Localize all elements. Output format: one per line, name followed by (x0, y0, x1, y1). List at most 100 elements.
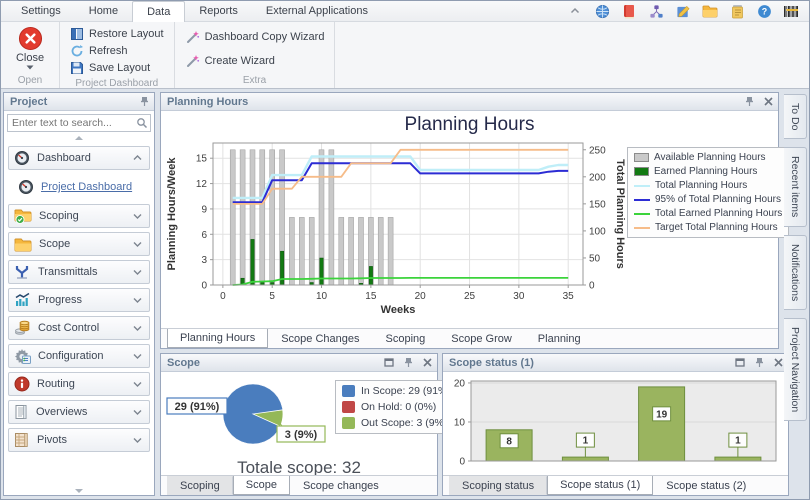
org-icon[interactable] (648, 3, 664, 19)
sidebar-item-overviews[interactable]: Overviews (8, 400, 150, 424)
scroll-up-indicator[interactable] (4, 133, 154, 142)
legend-marker (342, 385, 355, 397)
tab-scope-status-1[interactable]: Scope status (1) (547, 476, 653, 495)
dock-tab-to-do[interactable]: To Do (784, 94, 807, 139)
planning-tabstrip: Planning HoursScope ChangesScopingScope … (161, 328, 778, 348)
dock-tab-recent-items[interactable]: Recent items (784, 147, 807, 226)
globe-icon[interactable] (594, 3, 610, 19)
planning-panel-header: Planning Hours (161, 93, 778, 111)
sidebar-link-project-dashboard[interactable]: Project Dashboard (18, 175, 150, 199)
search-input[interactable] (7, 114, 151, 132)
sidebar-item-cost-control[interactable]: Cost Control (8, 316, 150, 340)
sidebar-item-dashboard[interactable]: Dashboard (8, 146, 150, 170)
ribbon-tab-data[interactable]: Data (132, 1, 185, 22)
close-button[interactable]: Close (7, 24, 53, 73)
dock-tab-project-navigation[interactable]: Project Navigation (784, 318, 807, 421)
pin-icon (138, 96, 150, 108)
legend-entry: Earned Planning Hours (634, 166, 782, 177)
project-sidebar: Project DashboardProject DashboardScopin… (3, 92, 155, 496)
chevron-down-icon (132, 380, 143, 388)
ribbon: SettingsHomeDataReportsExternal Applicat… (1, 1, 809, 89)
chevron-down-icon (132, 296, 143, 304)
refresh-button[interactable]: Refresh (66, 42, 168, 59)
ribbon-tab-reports[interactable]: Reports (185, 1, 252, 21)
pin-icon[interactable] (753, 357, 765, 369)
caret-down-icon (26, 65, 34, 70)
legend-marker (342, 401, 355, 413)
edit-icon[interactable] (675, 3, 691, 19)
workspace: Project DashboardProject DashboardScopin… (1, 89, 809, 499)
folder-icon[interactable] (702, 3, 718, 19)
tab-planning[interactable]: Planning (525, 329, 594, 348)
scroll-down-indicator[interactable] (4, 486, 154, 495)
close-x-icon[interactable] (421, 357, 433, 369)
close-x-icon[interactable] (772, 357, 784, 369)
legend-marker (634, 199, 650, 201)
legend-label: Total Planning Hours (655, 180, 747, 191)
legend-label: Available Planning Hours (654, 152, 766, 163)
gauge-icon (18, 179, 34, 195)
barcode-icon[interactable] (783, 3, 799, 19)
svg-text:Total Planning Hours: Total Planning Hours (614, 159, 625, 269)
dashboard-copy-wizard-button[interactable]: Dashboard Copy Wizard (181, 25, 329, 49)
svg-text:20: 20 (454, 378, 466, 389)
tab-scope-grow[interactable]: Scope Grow (438, 329, 525, 348)
legend-entry: Available Planning Hours (634, 152, 782, 163)
close-red-icon (18, 26, 43, 51)
tab-scope-status-2[interactable]: Scope status (2) (653, 476, 759, 495)
sidebar-item-transmittals[interactable]: Transmittals (8, 260, 150, 284)
chevron-up-icon (132, 154, 143, 162)
svg-text:20: 20 (415, 291, 427, 302)
legend-label: Total Earned Planning Hours (655, 208, 782, 219)
sidebar-item-progress[interactable]: Progress (8, 288, 150, 312)
close-x-icon[interactable] (762, 96, 774, 108)
restore-layout-button[interactable]: Restore Layout (66, 25, 168, 42)
svg-text:25: 25 (464, 291, 476, 302)
tab-scoping-status[interactable]: Scoping status (449, 476, 547, 495)
search-icon[interactable] (136, 117, 148, 129)
sidebar-item-scope[interactable]: Scope (8, 232, 150, 256)
maximize-icon[interactable] (734, 357, 746, 369)
refresh-icon (70, 44, 84, 58)
svg-text:19: 19 (656, 409, 668, 420)
pin-icon[interactable] (138, 96, 150, 108)
svg-text:1: 1 (735, 436, 741, 447)
ribbon-tab-home[interactable]: Home (75, 1, 132, 21)
button-label: Dashboard Copy Wizard (205, 31, 325, 43)
pin-icon[interactable] (402, 357, 414, 369)
ribbon-tab-settings[interactable]: Settings (7, 1, 75, 21)
planning-panel-title: Planning Hours (167, 96, 248, 108)
sidebar-item-pivots[interactable]: Pivots (8, 428, 150, 452)
maximize-icon[interactable] (383, 357, 395, 369)
legend-label: Out Scope: 3 (9%) (361, 417, 447, 429)
create-wizard-button[interactable]: Create Wizard (181, 49, 329, 73)
dock-tab-notifications[interactable]: Notifications (784, 235, 807, 310)
sidebar-item-scoping[interactable]: Scoping (8, 204, 150, 228)
status-panel-header: Scope status (1) (443, 354, 788, 372)
scope-chart-row: 29 (91%)3 (9%) In Scope: 29 (91%)On Hold… (165, 374, 433, 456)
ribbon-tab-external-applications[interactable]: External Applications (252, 1, 382, 21)
book-icon[interactable] (621, 3, 637, 19)
tab-scoping[interactable]: Scoping (167, 476, 233, 495)
sidebar-item-routing[interactable]: Routing (8, 372, 150, 396)
svg-text:15: 15 (196, 154, 208, 165)
paste-icon[interactable] (729, 3, 745, 19)
tab-scoping[interactable]: Scoping (373, 329, 439, 348)
scope-body: 29 (91%)3 (9%) In Scope: 29 (91%)On Hold… (161, 372, 437, 475)
sidebar-item-configuration[interactable]: Configuration (8, 344, 150, 368)
tab-planning-hours[interactable]: Planning Hours (167, 329, 268, 348)
tab-scope-changes[interactable]: Scope Changes (268, 329, 372, 348)
legend-label: Target Total Planning Hours (655, 222, 778, 233)
chevron-up-icon[interactable] (567, 3, 583, 19)
legend-entry: Total Earned Planning Hours (634, 208, 782, 219)
config-icon (14, 348, 31, 364)
pin-icon[interactable] (743, 96, 755, 108)
chart-title: Planning Hours (161, 111, 778, 137)
help-icon[interactable]: ? (756, 3, 772, 19)
sidebar-item-label: Routing (37, 378, 75, 390)
pivots-icon (14, 432, 30, 448)
tab-scope-changes[interactable]: Scope changes (290, 476, 392, 495)
button-label: Close (16, 52, 44, 64)
save-layout-button[interactable]: Save Layout (66, 59, 168, 76)
tab-scope[interactable]: Scope (233, 476, 290, 495)
